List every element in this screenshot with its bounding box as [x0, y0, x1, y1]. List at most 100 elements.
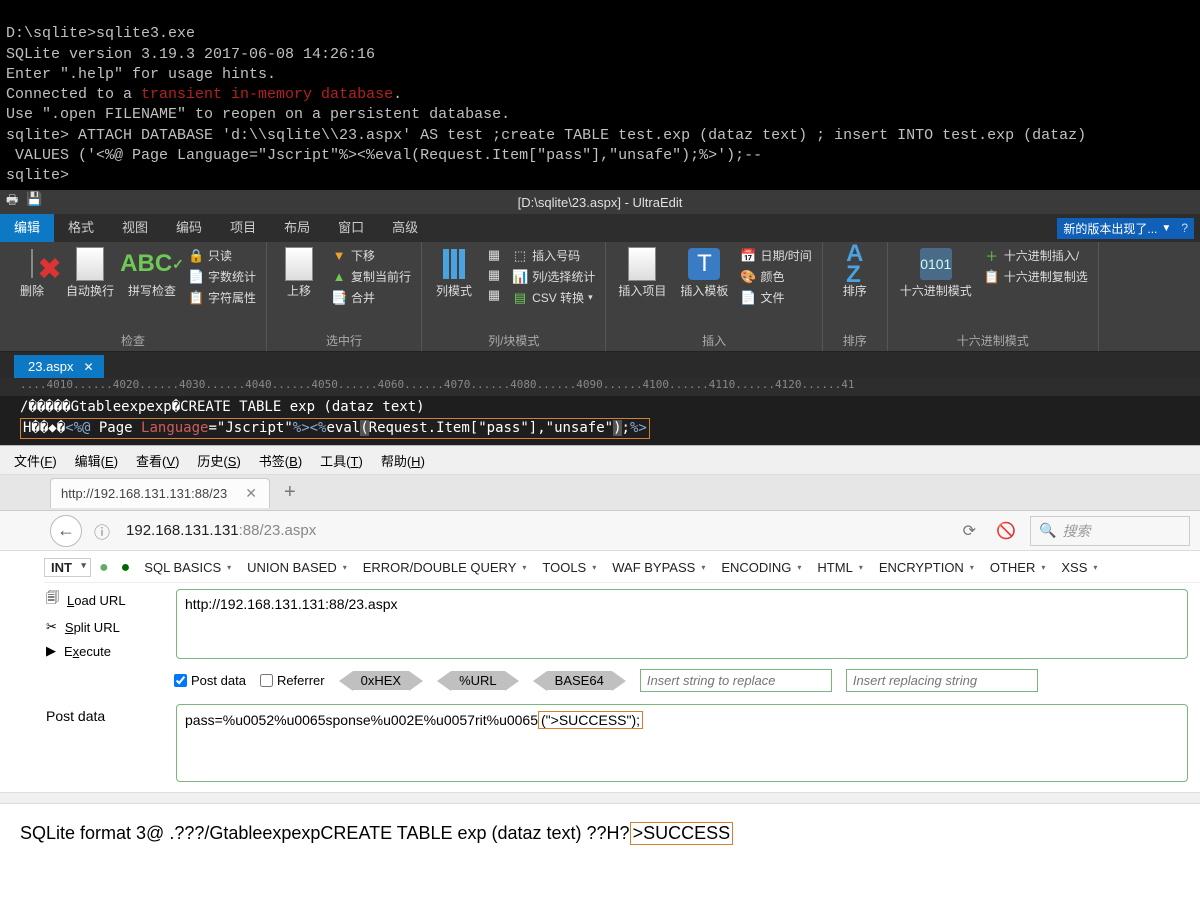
menu-edit[interactable]: 编辑(E) — [75, 451, 118, 470]
group-label: 列/块模式 — [430, 330, 597, 349]
spellcheck-button[interactable]: ABC✓ 拼写检查 — [124, 246, 180, 301]
csv-icon: ▤ — [512, 290, 528, 306]
menu-help[interactable]: 帮助(H) — [381, 451, 425, 470]
firefox-tabbar: http://192.168.131.131:88/23 ✕ + — [0, 475, 1200, 511]
execute-button[interactable]: ▶Execute — [46, 643, 166, 659]
replace-to-input[interactable] — [846, 669, 1038, 692]
moveup-icon — [283, 248, 315, 280]
arrow-down-icon: ▼ — [331, 248, 347, 264]
hexcopy-button[interactable]: 📋十六进制复制选 — [982, 267, 1090, 286]
menu-tools[interactable]: 工具(T) — [320, 451, 363, 470]
menu-tab-project[interactable]: 项目 — [216, 214, 270, 242]
oxhex-button[interactable]: 0xHEX — [339, 671, 423, 691]
html-menu[interactable]: HTML▾ — [811, 560, 868, 575]
xss-menu[interactable]: XSS▾ — [1055, 560, 1103, 575]
error-query-menu[interactable]: ERROR/DOUBLE QUERY▾ — [357, 560, 533, 575]
new-tab-button[interactable]: + — [276, 481, 304, 504]
insitem-button[interactable]: 插入项目 — [614, 246, 670, 301]
browser-tab[interactable]: http://192.168.131.131:88/23 ✕ — [50, 478, 270, 508]
union-based-menu[interactable]: UNION BASED▾ — [241, 560, 353, 575]
term-line: Use ".open FILENAME" to reopen on a pers… — [6, 106, 510, 123]
search-box[interactable]: 🔍 搜索 — [1030, 516, 1190, 546]
moveup-button[interactable]: 上移 — [275, 246, 323, 301]
update-notice-button[interactable]: 新的版本出现了...▼ ? — [1057, 218, 1194, 239]
columns-icon — [438, 248, 470, 280]
waf-bypass-menu[interactable]: WAF BYPASS▾ — [606, 560, 711, 575]
sort-button[interactable]: AZ 排序 — [831, 246, 879, 301]
selstat-button[interactable]: 📊列/选择统计 — [510, 267, 597, 286]
plus-icon: ＋ — [984, 248, 1000, 264]
split-url-button[interactable]: ✂Split URL — [46, 619, 166, 635]
back-button[interactable]: ← — [50, 515, 82, 547]
color-button[interactable]: 🎨颜色 — [738, 267, 813, 286]
encryption-menu[interactable]: ENCRYPTION▾ — [873, 560, 980, 575]
menu-tab-edit[interactable]: 编辑 — [0, 214, 54, 242]
hackbar: INT ● ● SQL BASICS▾ UNION BASED▾ ERROR/D… — [0, 551, 1200, 792]
int-dropdown[interactable]: INT — [44, 558, 91, 577]
delete-button[interactable]: ✖ 删除 — [8, 246, 56, 301]
menu-tab-advanced[interactable]: 高级 — [378, 214, 432, 242]
menu-tab-view[interactable]: 视图 — [108, 214, 162, 242]
ultraedit-titlebar: 🖶 💾 [D:\sqlite\23.aspx] - UltraEdit — [0, 190, 1200, 214]
url-input[interactable]: 192.168.131.131:88/23.aspx — [122, 518, 949, 543]
file-tab-23-aspx[interactable]: 23.aspx ✕ — [14, 355, 104, 378]
other-menu[interactable]: OTHER▾ — [984, 560, 1052, 575]
menu-history[interactable]: 历史(S) — [197, 451, 240, 470]
charprops-button[interactable]: 📋字符属性 — [186, 288, 258, 307]
replace-from-input[interactable] — [640, 669, 832, 692]
instmpl-button[interactable]: T 插入模板 — [676, 246, 732, 301]
save-icon[interactable]: 💾 — [26, 191, 42, 213]
term-line: sqlite> — [6, 167, 69, 184]
menu-tab-window[interactable]: 窗口 — [324, 214, 378, 242]
tools-menu[interactable]: TOOLS▾ — [536, 560, 602, 575]
close-icon[interactable]: ✕ — [245, 485, 257, 502]
menu-tab-layout[interactable]: 布局 — [270, 214, 324, 242]
print-icon[interactable]: 🖶 — [6, 191, 18, 213]
ultraedit-ribbon: ✖ 删除 自动换行 ABC✓ 拼写检查 🔒只读 📄字数统计 📋字符属性 检查 — [0, 242, 1200, 352]
menu-tab-format[interactable]: 格式 — [54, 214, 108, 242]
copy-icon: 📋 — [984, 269, 1000, 285]
movedown-button[interactable]: ▼下移 — [329, 246, 413, 265]
file-button[interactable]: 📄文件 — [738, 288, 813, 307]
col-btn[interactable]: ▦ — [484, 246, 504, 264]
noscript-icon[interactable]: 🚫 — [990, 521, 1022, 541]
hackbar-url-input[interactable]: http://192.168.131.131:88/23.aspx — [176, 589, 1188, 659]
hex-icon: 0101 — [920, 248, 952, 280]
menu-file[interactable]: 文件(F) — [14, 451, 57, 470]
calendar-icon: 📅 — [740, 248, 756, 264]
terminal[interactable]: D:\sqlite>sqlite3.exe SQLite version 3.1… — [0, 0, 1200, 190]
copyline-button[interactable]: ▲复制当前行 — [329, 267, 413, 286]
base64-button[interactable]: BASE64 — [533, 671, 626, 691]
lock-icon: 🔒 — [188, 248, 204, 264]
search-icon: 🔍 — [1039, 522, 1056, 539]
splitter[interactable] — [0, 792, 1200, 804]
purl-button[interactable]: %URL — [437, 671, 519, 691]
sql-basics-menu[interactable]: SQL BASICS▾ — [138, 560, 237, 575]
menu-tab-encode[interactable]: 编码 — [162, 214, 216, 242]
ultraedit-editor[interactable]: /�����Gtableexpexp�CREATE TABLE exp (dat… — [0, 396, 1200, 445]
hexmode-button[interactable]: 0101 十六进制模式 — [896, 246, 976, 301]
datetime-button[interactable]: 📅日期/时间 — [738, 246, 813, 265]
encoding-menu[interactable]: ENCODING▾ — [715, 560, 807, 575]
col-btn[interactable]: ▦ — [484, 286, 504, 304]
col-btn[interactable]: ▦ — [484, 266, 504, 284]
menu-view[interactable]: 查看(V) — [136, 451, 179, 470]
colmode-button[interactable]: 列模式 — [430, 246, 478, 301]
readonly-button[interactable]: 🔒只读 — [186, 246, 258, 265]
firefox-urlbar: ← ⓘ 192.168.131.131:88/23.aspx ⟳ 🚫 🔍 搜索 — [0, 511, 1200, 551]
postdata-input[interactable]: pass=%u0052%u0065sponse%u002E%u0057rit%u… — [176, 704, 1188, 782]
menu-bookmarks[interactable]: 书签(B) — [259, 451, 302, 470]
autowrap-button[interactable]: 自动换行 — [62, 246, 118, 301]
postdata-checkbox[interactable]: Post data — [174, 673, 246, 688]
site-info-icon[interactable]: ⓘ — [90, 519, 114, 543]
insnum-button[interactable]: ⬚插入号码 — [510, 246, 597, 265]
csvconv-button[interactable]: ▤CSV 转换 ▾ — [510, 288, 597, 307]
charcount-button[interactable]: 📄字数统计 — [186, 267, 258, 286]
refresh-icon[interactable]: ⟳ — [957, 521, 982, 541]
hexins-button[interactable]: ＋十六进制插入/ — [982, 246, 1090, 265]
referrer-checkbox[interactable]: Referrer — [260, 673, 325, 688]
play-icon: ▶ — [46, 643, 56, 659]
load-url-button[interactable]: 🗐Load URL — [46, 589, 166, 611]
close-icon[interactable]: ✕ — [84, 360, 94, 374]
merge-button[interactable]: 📑合并 — [329, 288, 413, 307]
